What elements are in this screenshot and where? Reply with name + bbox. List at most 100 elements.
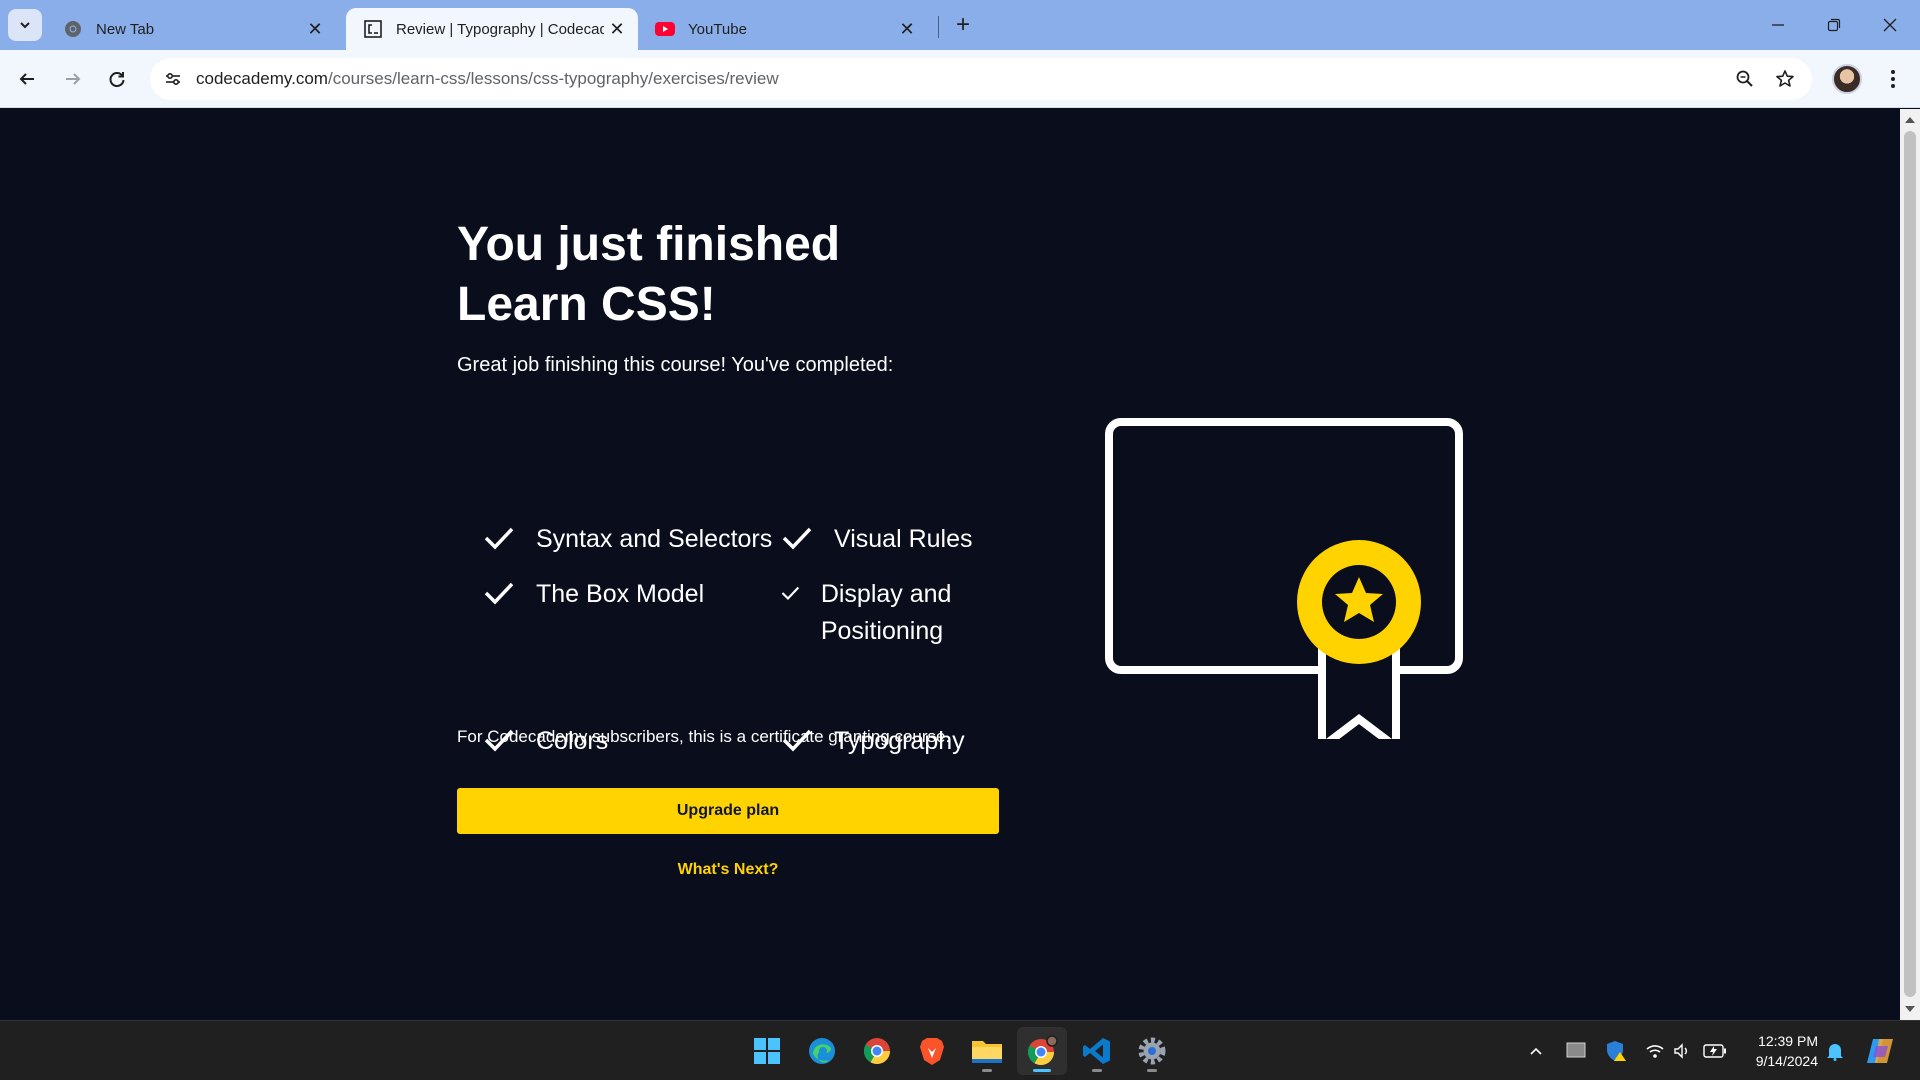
close-window-button[interactable] [1862, 0, 1918, 50]
minimize-icon [1772, 24, 1784, 26]
completed-item: Display and Positioning [780, 576, 980, 650]
running-indicator [1147, 1069, 1157, 1072]
tab-new-tab[interactable]: New Tab ✕ [46, 8, 336, 50]
copilot-icon [1867, 1039, 1893, 1063]
checkmark-icon [484, 582, 514, 605]
completed-item: Visual Rules [780, 521, 1000, 558]
tray-wifi-icon[interactable] [1642, 1021, 1668, 1080]
chrome-profile-icon [1027, 1035, 1058, 1066]
show-hidden-icons-button[interactable] [1524, 1021, 1548, 1080]
vscode-icon [1083, 1038, 1110, 1064]
completion-subtitle: Great job finishing this course! You've … [457, 354, 894, 376]
restore-icon [1827, 18, 1841, 32]
certificate-note: For Codecademy subscribers, this is a ce… [457, 727, 951, 746]
more-vertical-icon [1891, 70, 1895, 88]
taskbar-chrome-profile[interactable] [1017, 1027, 1067, 1075]
bookmark-star-icon[interactable] [1770, 64, 1800, 94]
scroll-up-arrow[interactable] [1905, 117, 1915, 123]
address-bar[interactable]: codecademy.com/courses/learn-css/lessons… [150, 58, 1812, 100]
taskbar-vscode[interactable] [1072, 1027, 1122, 1075]
brave-icon [920, 1038, 944, 1065]
site-info-icon[interactable] [158, 64, 188, 94]
completed-item-label: The Box Model [536, 580, 705, 608]
completed-item-label: Display and Positioning [820, 580, 952, 645]
tab-close-button[interactable]: ✕ [894, 16, 920, 42]
tab-youtube[interactable]: YouTube ✕ [638, 8, 928, 50]
chrome-icon [863, 1038, 891, 1065]
display-icon [1566, 1042, 1586, 1058]
browser-menu-button[interactable] [1878, 62, 1908, 96]
zoom-icon[interactable] [1730, 64, 1760, 94]
url-text[interactable]: codecademy.com/courses/learn-css/lessons… [196, 69, 779, 89]
clock-time: 12:39 PM [1758, 1033, 1818, 1049]
taskbar-file-explorer[interactable] [962, 1027, 1012, 1075]
reload-icon [109, 72, 125, 87]
start-icon [754, 1038, 780, 1064]
url-path: /courses/learn-css/lessons/css-typograph… [327, 69, 779, 88]
file-explorer-icon [972, 1041, 1002, 1063]
battery-charging-icon [1703, 1044, 1726, 1058]
back-button[interactable] [10, 62, 44, 96]
taskbar-chrome[interactable] [852, 1027, 902, 1075]
volume-icon [1674, 1043, 1687, 1059]
start-button[interactable] [742, 1027, 792, 1075]
tab-search-button[interactable] [8, 9, 42, 41]
page-content: You just finished Learn CSS! Great job f… [0, 109, 1900, 1020]
close-icon [1883, 18, 1897, 32]
chevron-down-icon [20, 22, 30, 29]
chrome-icon [62, 18, 84, 40]
tab-close-button[interactable]: ✕ [302, 16, 328, 42]
completed-item: The Box Model [482, 576, 704, 613]
certificate-illustration-icon [1105, 418, 1463, 739]
tray-volume-icon[interactable] [1670, 1021, 1696, 1080]
taskbar-brave[interactable] [907, 1027, 957, 1075]
tab-close-button[interactable]: ✕ [604, 16, 630, 42]
chevron-up-icon [1530, 1047, 1542, 1055]
bell-icon [1827, 1044, 1843, 1061]
tray-battery-icon[interactable] [1700, 1021, 1730, 1080]
forward-button[interactable] [56, 62, 90, 96]
whats-next-link[interactable]: What's Next? [457, 861, 999, 879]
checkmark-icon [484, 527, 514, 550]
completed-item-label: Syntax and Selectors [536, 525, 773, 553]
scrollbar-thumb[interactable] [1904, 131, 1916, 997]
completed-item-label: Visual Rules [834, 525, 973, 553]
running-indicator [982, 1069, 992, 1072]
copilot-button[interactable] [1862, 1021, 1898, 1080]
edge-icon [809, 1038, 835, 1064]
checkmark-icon [782, 527, 812, 550]
page-scrollbar[interactable] [1900, 109, 1920, 1020]
notifications-button[interactable] [1822, 1021, 1848, 1080]
taskbar-settings[interactable] [1127, 1027, 1177, 1075]
tab-codecademy-review[interactable]: Review | Typography | Codecademy ✕ [346, 8, 638, 50]
tray-display-icon[interactable] [1562, 1021, 1590, 1080]
upgrade-plan-button[interactable]: Upgrade plan [457, 788, 999, 834]
taskbar-clock[interactable]: 12:39 PM 9/14/2024 [1738, 1031, 1818, 1071]
tray-security-icon[interactable] [1602, 1021, 1630, 1080]
arrow-left-icon [19, 73, 34, 85]
shield-warning-icon [1607, 1041, 1626, 1061]
scroll-down-arrow[interactable] [1905, 1006, 1915, 1012]
page-title: You just finished Learn CSS! [457, 218, 841, 331]
youtube-icon [654, 18, 676, 40]
wifi-icon [1646, 1045, 1664, 1058]
profile-avatar[interactable] [1832, 64, 1862, 94]
new-tab-button[interactable]: + [948, 10, 978, 40]
taskbar-edge[interactable] [797, 1027, 847, 1075]
tab-title: Review | Typography | Codecademy [396, 20, 604, 38]
running-indicator [1092, 1069, 1102, 1072]
restore-button[interactable] [1806, 0, 1862, 50]
tab-title: YouTube [688, 20, 747, 38]
codecademy-icon [362, 18, 384, 40]
url-domain: codecademy.com [196, 69, 328, 88]
tab-separator [938, 16, 939, 38]
tab-title: New Tab [96, 20, 155, 38]
settings-icon [1138, 1037, 1166, 1065]
browser-toolbar: codecademy.com/courses/learn-css/lessons… [0, 50, 1920, 108]
active-indicator [1033, 1069, 1051, 1072]
minimize-button[interactable] [1750, 0, 1806, 50]
tab-strip: New Tab ✕ Review | Typography | Codecade… [0, 0, 1920, 50]
reload-button[interactable] [100, 62, 134, 96]
checkmark-icon [781, 586, 800, 601]
arrow-right-icon [66, 73, 81, 85]
